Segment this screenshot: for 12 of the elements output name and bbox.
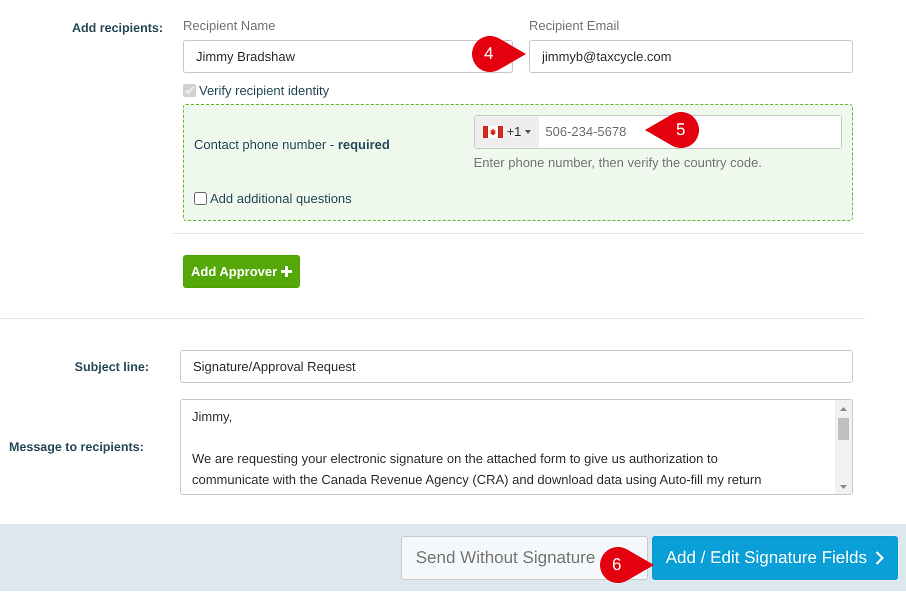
message-text: communicate with the Canada Revenue Agency (CRA) and download data using Auto-fill my return	[192, 472, 762, 487]
phone-label: Contact phone number - required	[194, 137, 390, 152]
hint-text: Enter phone number, then verify the country code.	[474, 155, 762, 170]
message-text: Jimmy,	[192, 409, 232, 424]
message-text: We are requesting your electronic signature on the attached form to give us authorization to	[192, 451, 718, 466]
field-label: Subject line:	[74, 360, 149, 374]
field-label: Recipient Email	[529, 18, 620, 33]
field-label: Recipient Name	[183, 18, 276, 33]
field-label: Add recipients:	[72, 21, 163, 35]
checkbox-label: Add additional questions	[210, 190, 352, 208]
checkbox-label: Verify recipient identity	[199, 82, 330, 100]
field-label: Message to recipients:	[9, 440, 144, 454]
